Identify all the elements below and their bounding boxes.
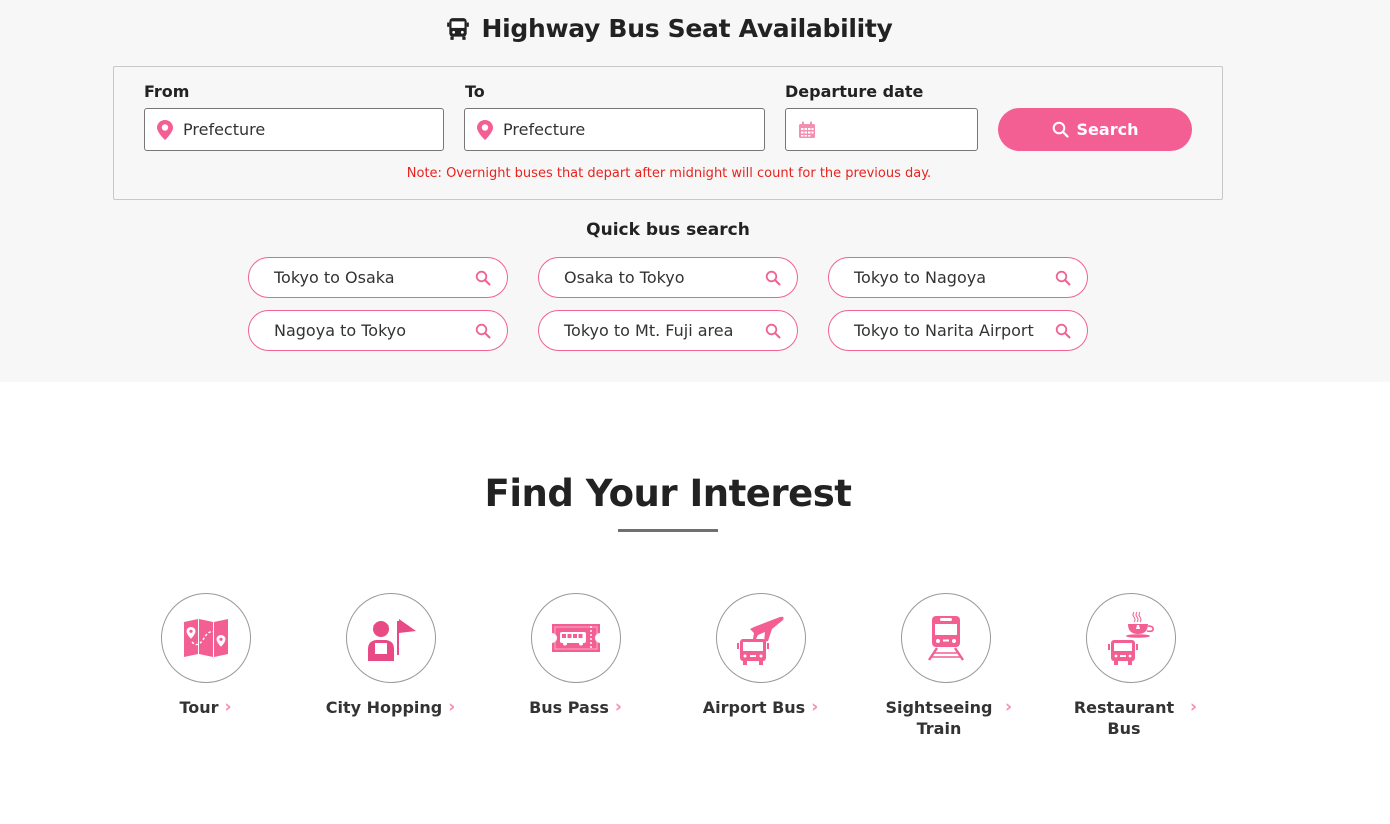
- quick-search-title: Quick bus search: [586, 220, 750, 240]
- search-icon: [765, 323, 781, 338]
- chevron-right-icon: ›: [614, 697, 622, 717]
- bus-icon: [447, 17, 470, 40]
- interest-restaurant-bus[interactable]: Restaurant Bus ›: [1038, 593, 1223, 739]
- quick-search-label: Nagoya to Tokyo: [274, 321, 407, 340]
- interest-label: Bus Pass ›: [529, 697, 622, 717]
- interest-label: City Hopping ›: [325, 697, 456, 717]
- departure-date-field[interactable]: [785, 108, 978, 151]
- to-label: To: [465, 82, 485, 101]
- bus-ticket-icon: [551, 624, 600, 652]
- interest-airport-bus[interactable]: Airport Bus ›: [668, 593, 853, 718]
- interest-icon-circle: [530, 593, 621, 683]
- page-title-text: Highway Bus Seat Availability: [481, 14, 893, 43]
- restaurant-bus-icon: [1107, 611, 1154, 665]
- to-field[interactable]: Prefecture: [464, 108, 765, 151]
- interest-tour[interactable]: Tour ›: [113, 593, 298, 718]
- search-icon: [1055, 323, 1071, 338]
- map-pin-icon: [477, 119, 493, 140]
- quick-search-tokyo-nagoya[interactable]: Tokyo to Nagoya: [828, 257, 1088, 298]
- overnight-note: Note: Overnight buses that depart after …: [406, 166, 932, 181]
- chevron-right-icon: ›: [224, 697, 232, 717]
- interest-label: Sightseeing Train ›: [885, 697, 1012, 738]
- quick-search-grid: Tokyo to Osaka Osaka to Tokyo Tokyo to N…: [248, 257, 1088, 351]
- quick-search-label: Tokyo to Narita Airport: [854, 321, 1034, 340]
- interest-icon-circle: [160, 593, 251, 683]
- search-form: From Prefecture To Prefecture Departure …: [113, 66, 1223, 200]
- airport-bus-icon: [736, 616, 784, 665]
- interest-label: Tour ›: [179, 697, 232, 717]
- interest-icon-circle: [345, 593, 436, 683]
- interest-bus-pass[interactable]: Bus Pass ›: [483, 593, 668, 718]
- calendar-icon: [799, 121, 815, 138]
- quick-search-tokyo-osaka[interactable]: Tokyo to Osaka: [248, 257, 508, 298]
- page-title: Highway Bus Seat Availability: [0, 14, 1338, 43]
- chevron-right-icon: ›: [811, 697, 819, 717]
- quick-search-nagoya-tokyo[interactable]: Nagoya to Tokyo: [248, 310, 508, 351]
- search-icon: [475, 270, 491, 285]
- quick-search-osaka-tokyo[interactable]: Osaka to Tokyo: [538, 257, 798, 298]
- map-pin-icon: [157, 119, 173, 140]
- interest-label: Restaurant Bus ›: [1073, 697, 1197, 738]
- from-field[interactable]: Prefecture: [144, 108, 444, 151]
- chevron-right-icon: ›: [1004, 697, 1012, 717]
- quick-search-label: Tokyo to Osaka: [274, 268, 395, 287]
- train-icon: [927, 616, 964, 661]
- interest-icon-circle: [1085, 593, 1176, 683]
- quick-search-label: Osaka to Tokyo: [564, 268, 685, 287]
- interest-city-hopping[interactable]: City Hopping ›: [298, 593, 483, 718]
- quick-search-tokyo-narita[interactable]: Tokyo to Narita Airport: [828, 310, 1088, 351]
- title-underline: [618, 529, 718, 532]
- search-icon: [765, 270, 781, 285]
- search-button-label: Search: [1076, 120, 1139, 139]
- departure-date-label: Departure date: [785, 82, 924, 101]
- chevron-right-icon: ›: [1189, 697, 1197, 717]
- interest-label: Airport Bus ›: [702, 697, 819, 717]
- from-label: From: [144, 82, 190, 101]
- interest-section-title: Find Your Interest: [484, 472, 852, 515]
- interest-icon-circle: [715, 593, 806, 683]
- to-placeholder: Prefecture: [503, 120, 586, 139]
- quick-search-label: Tokyo to Nagoya: [854, 268, 987, 287]
- quick-search-tokyo-fuji[interactable]: Tokyo to Mt. Fuji area: [538, 310, 798, 351]
- chevron-right-icon: ›: [448, 697, 456, 717]
- search-icon: [475, 323, 491, 338]
- search-icon: [1055, 270, 1071, 285]
- search-button[interactable]: Search: [998, 108, 1192, 151]
- interest-icon-circle: [900, 593, 991, 683]
- search-icon: [1052, 121, 1069, 138]
- tour-guide-icon: [367, 619, 416, 661]
- map-icon: [183, 619, 228, 657]
- interest-sightseeing-train[interactable]: Sightseeing Train ›: [853, 593, 1038, 739]
- quick-search-label: Tokyo to Mt. Fuji area: [564, 321, 734, 340]
- from-placeholder: Prefecture: [183, 120, 266, 139]
